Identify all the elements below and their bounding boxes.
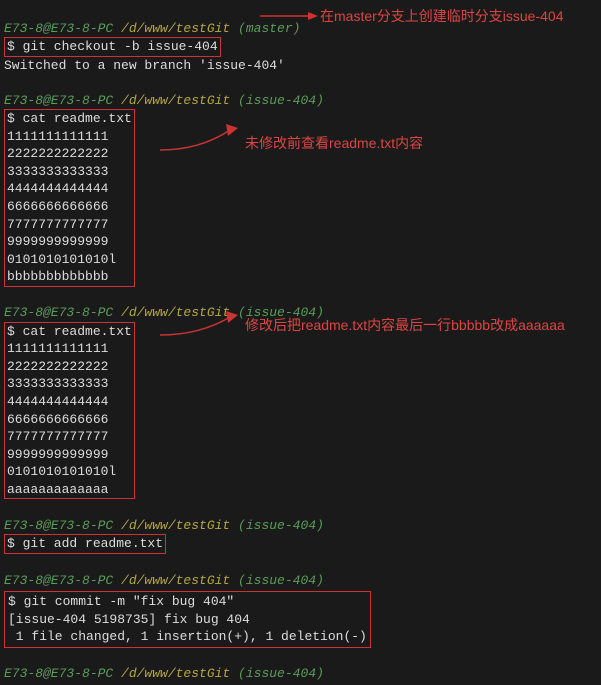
prompt-host: E73-8@E73-8-PC: [4, 666, 113, 681]
annotation-1: 在master分支上创建临时分支issue-404: [320, 6, 564, 26]
out-commit1: [issue-404 5198735] fix bug 404: [8, 612, 250, 627]
out-switched: Switched to a new branch 'issue-404': [4, 58, 285, 73]
prompt-path: /d/www/testGit: [113, 666, 230, 681]
branch-issue: (issue-404): [230, 518, 324, 533]
prompt-path: /d/www/testGit: [113, 93, 230, 108]
la: aaaaaaaaaaaaa: [7, 482, 108, 497]
cmd-add: $ git add readme.txt: [7, 536, 163, 551]
l2: 2222222222222: [7, 146, 108, 161]
l8: 0101010101010l: [7, 252, 116, 267]
prompt-host: E73-8@E73-8-PC: [4, 518, 113, 533]
prompt-path: /d/www/testGit: [113, 573, 230, 588]
lb: bbbbbbbbbbbbb: [7, 269, 108, 284]
cmd-cat2: $ cat readme.txt: [7, 324, 132, 339]
l8b: 0101010101010l: [7, 464, 116, 479]
cmd-cat1: $ cat readme.txt: [7, 111, 132, 126]
prompt-host: E73-8@E73-8-PC: [4, 21, 113, 36]
annotation-3: 修改后把readme.txt内容最后一行bbbbb改成aaaaaa: [245, 315, 565, 335]
terminal-output: E73-8@E73-8-PC /d/www/testGit (master) $…: [0, 0, 601, 685]
l4b: 4444444444444: [7, 394, 108, 409]
prompt-path: /d/www/testGit: [113, 305, 230, 320]
l1: 1111111111111: [7, 129, 108, 144]
prompt-host: E73-8@E73-8-PC: [4, 305, 113, 320]
l2b: 2222222222222: [7, 359, 108, 374]
prompt-path: /d/www/testGit: [113, 21, 230, 36]
l1b: 1111111111111: [7, 341, 108, 356]
branch-issue: (issue-404): [230, 573, 324, 588]
branch-issue: (issue-404): [230, 93, 324, 108]
cmd-commit: $ git commit -m "fix bug 404": [8, 594, 234, 609]
l7b: 9999999999999: [7, 447, 108, 462]
branch-master: (master): [230, 21, 300, 36]
l7: 9999999999999: [7, 234, 108, 249]
l5b: 6666666666666: [7, 412, 108, 427]
branch-issue: (issue-404): [230, 666, 324, 681]
prompt-host: E73-8@E73-8-PC: [4, 573, 113, 588]
out-commit2: 1 file changed, 1 insertion(+), 1 deleti…: [8, 629, 367, 644]
prompt-path: /d/www/testGit: [113, 518, 230, 533]
l3: 3333333333333: [7, 164, 108, 179]
l6: 7777777777777: [7, 217, 108, 232]
l6b: 7777777777777: [7, 429, 108, 444]
cmd-checkout: $ git checkout -b issue-404: [7, 39, 218, 54]
prompt-host: E73-8@E73-8-PC: [4, 93, 113, 108]
annotation-2: 未修改前查看readme.txt内容: [245, 133, 423, 153]
l3b: 3333333333333: [7, 376, 108, 391]
l4: 4444444444444: [7, 181, 108, 196]
l5: 6666666666666: [7, 199, 108, 214]
